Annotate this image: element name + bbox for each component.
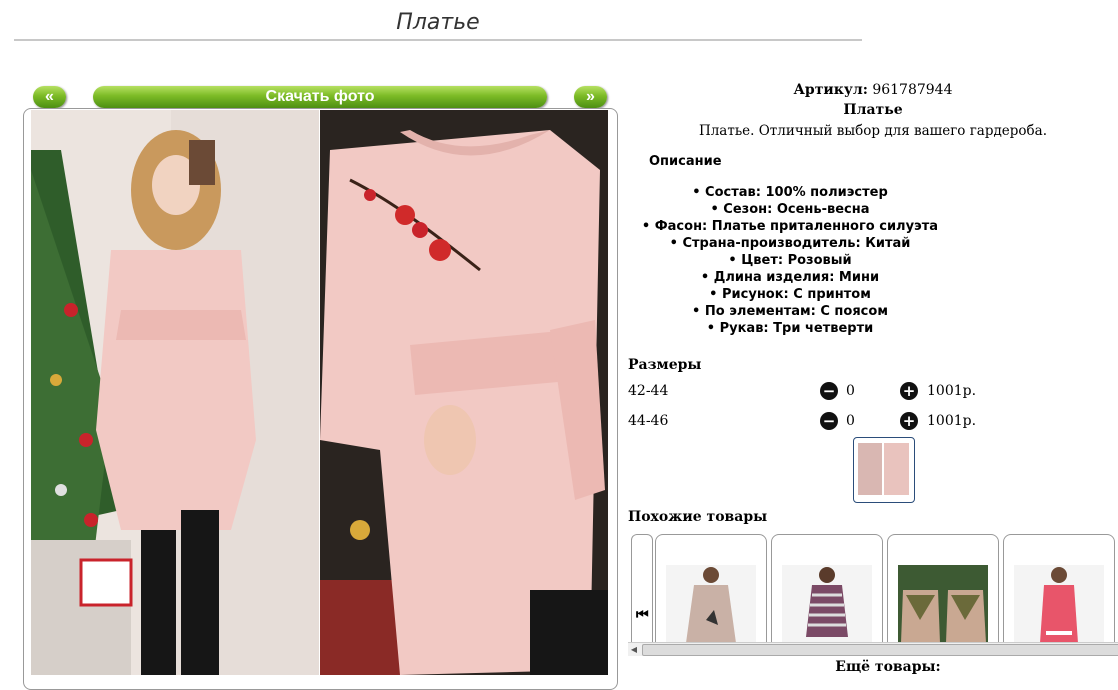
title-divider xyxy=(14,39,862,41)
more-products-label: Ещё товары: xyxy=(835,659,941,675)
similar-item[interactable] xyxy=(771,534,883,644)
size-label: 44-46 xyxy=(628,413,669,429)
size-row: 42-44 − 0 + 1001р. xyxy=(628,381,1118,403)
size-price: 1001р. xyxy=(927,413,977,429)
download-photo-button[interactable]: Скачать фото xyxy=(93,86,547,108)
description-heading: Описание xyxy=(649,154,722,169)
attribute-item: Фасон: Платье приталенного силуэта xyxy=(640,218,940,235)
product-photo-closeup[interactable] xyxy=(320,110,608,675)
size-row: 44-46 − 0 + 1001р. xyxy=(628,411,1118,433)
carousel-prev-button[interactable]: ⏮ xyxy=(631,534,653,644)
article-label: Артикул: xyxy=(793,82,868,98)
similar-heading: Похожие товары xyxy=(628,509,768,525)
scrollbar-thumb[interactable] xyxy=(642,644,1118,656)
decrease-qty-button[interactable]: − xyxy=(820,412,838,430)
qty-value: 0 xyxy=(846,413,855,429)
scroll-left-arrow-icon[interactable]: ◀ xyxy=(628,644,640,655)
photo-thumbnail[interactable] xyxy=(853,437,915,503)
attribute-item: Рисунок: С принтом xyxy=(640,286,940,303)
qty-value: 0 xyxy=(846,383,855,399)
page-title: Платье xyxy=(396,10,480,35)
similar-carousel: ⏮ ◀ xyxy=(628,531,1118,656)
increase-qty-button[interactable]: + xyxy=(900,382,918,400)
similar-item-image xyxy=(1014,565,1104,643)
similar-item[interactable] xyxy=(887,534,999,644)
similar-item[interactable] xyxy=(655,534,767,644)
decrease-qty-button[interactable]: − xyxy=(820,382,838,400)
skip-back-icon: ⏮ xyxy=(636,607,649,623)
attribute-item: Рукав: Три четверти xyxy=(640,320,940,337)
carousel-scrollbar[interactable]: ◀ xyxy=(628,642,1118,656)
attribute-item: По элементам: С поясом xyxy=(640,303,940,320)
attribute-item: Длина изделия: Мини xyxy=(640,269,940,286)
thumbnail-image-right xyxy=(884,443,909,495)
attribute-item: Страна-производитель: Китай xyxy=(640,235,940,252)
size-label: 42-44 xyxy=(628,383,669,399)
attribute-item: Сезон: Осень-весна xyxy=(640,201,940,218)
article-line: Артикул: 961787944 xyxy=(628,82,1118,98)
prev-photo-button[interactable]: « xyxy=(33,86,66,108)
product-tagline: Платье. Отличный выбор для вашего гардер… xyxy=(698,123,1048,139)
next-photo-button[interactable]: » xyxy=(574,86,607,108)
attribute-item: Состав: 100% полиэстер xyxy=(640,184,940,201)
dress-closeup-image xyxy=(320,110,608,675)
thumbnail-image-left xyxy=(858,443,882,495)
similar-item[interactable] xyxy=(1003,534,1115,644)
similar-item-image xyxy=(666,565,756,643)
product-photo-full[interactable] xyxy=(31,110,319,675)
sizes-heading: Размеры xyxy=(628,357,702,373)
increase-qty-button[interactable]: + xyxy=(900,412,918,430)
similar-item-image xyxy=(898,565,988,643)
similar-item-image xyxy=(782,565,872,643)
article-value: 961787944 xyxy=(872,82,953,98)
attribute-list: Состав: 100% полиэстер Сезон: Осень-весн… xyxy=(640,184,940,337)
size-price: 1001р. xyxy=(927,383,977,399)
product-name: Платье xyxy=(843,102,903,118)
dress-full-image xyxy=(31,110,319,675)
attribute-item: Цвет: Розовый xyxy=(640,252,940,269)
